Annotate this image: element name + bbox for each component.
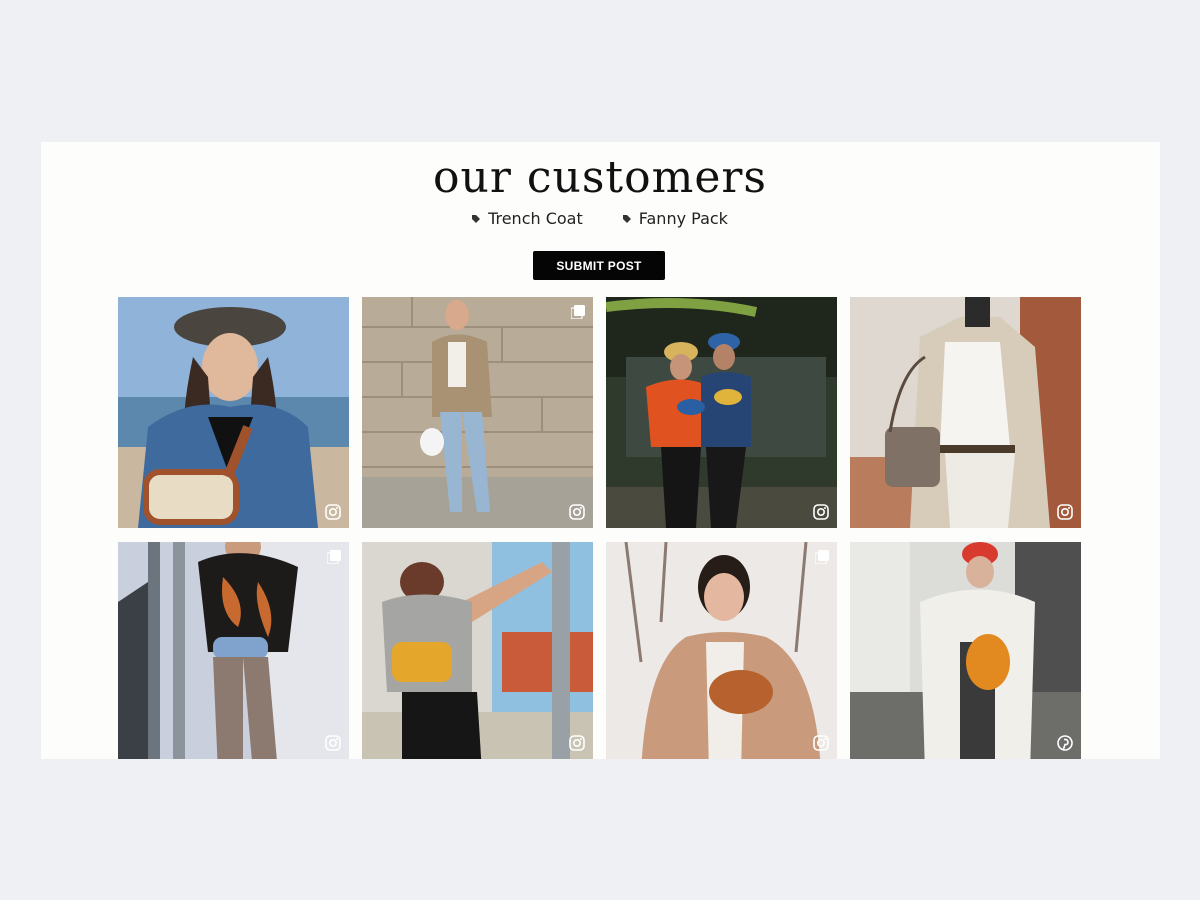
multiple-images-icon: [571, 305, 585, 319]
photo-trench-coat-handbag: [850, 297, 1081, 528]
gallery-tile[interactable]: [850, 542, 1081, 759]
instagram-icon: [569, 735, 585, 751]
gallery-tile[interactable]: [362, 542, 593, 759]
photo-yellow-fanny-pack: [362, 542, 593, 759]
tag-fanny-pack[interactable]: Fanny Pack: [622, 209, 728, 228]
tag-trench-coat[interactable]: Trench Coat: [472, 209, 583, 228]
multiple-images-icon: [327, 550, 341, 564]
instagram-icon: [1057, 504, 1073, 520]
multiple-images-icon: [815, 550, 829, 564]
gallery-tile[interactable]: [118, 542, 349, 759]
photo-blazer-white-bag: [362, 297, 593, 528]
instagram-icon: [325, 735, 341, 751]
photo-couple-bucket-hats: [606, 297, 837, 528]
pinterest-icon: [1057, 735, 1073, 751]
photo-bucket-hat-fanny-pack: [118, 297, 349, 528]
photo-white-puffer-coat: [850, 542, 1081, 759]
tag-label: Fanny Pack: [638, 209, 728, 228]
tag-label: Trench Coat: [488, 209, 583, 228]
photo-snow-teddy-coat: [606, 542, 837, 759]
section-title: our customers: [433, 152, 767, 203]
gallery-tile[interactable]: [850, 297, 1081, 528]
gallery-tile[interactable]: [606, 542, 837, 759]
tag-icon: [622, 214, 631, 223]
instagram-icon: [813, 504, 829, 520]
submit-post-button[interactable]: SUBMIT POST: [533, 251, 665, 280]
gallery-tile[interactable]: [606, 297, 837, 528]
gallery-tile[interactable]: [118, 297, 349, 528]
instagram-icon: [569, 504, 585, 520]
gallery-tile[interactable]: [362, 297, 593, 528]
product-tags: Trench Coat Fanny Pack: [0, 209, 1200, 228]
photo-tie-dye-shirt-fanny-pack: [118, 542, 349, 759]
instagram-icon: [325, 504, 341, 520]
tag-icon: [472, 214, 481, 223]
instagram-icon: [813, 735, 829, 751]
